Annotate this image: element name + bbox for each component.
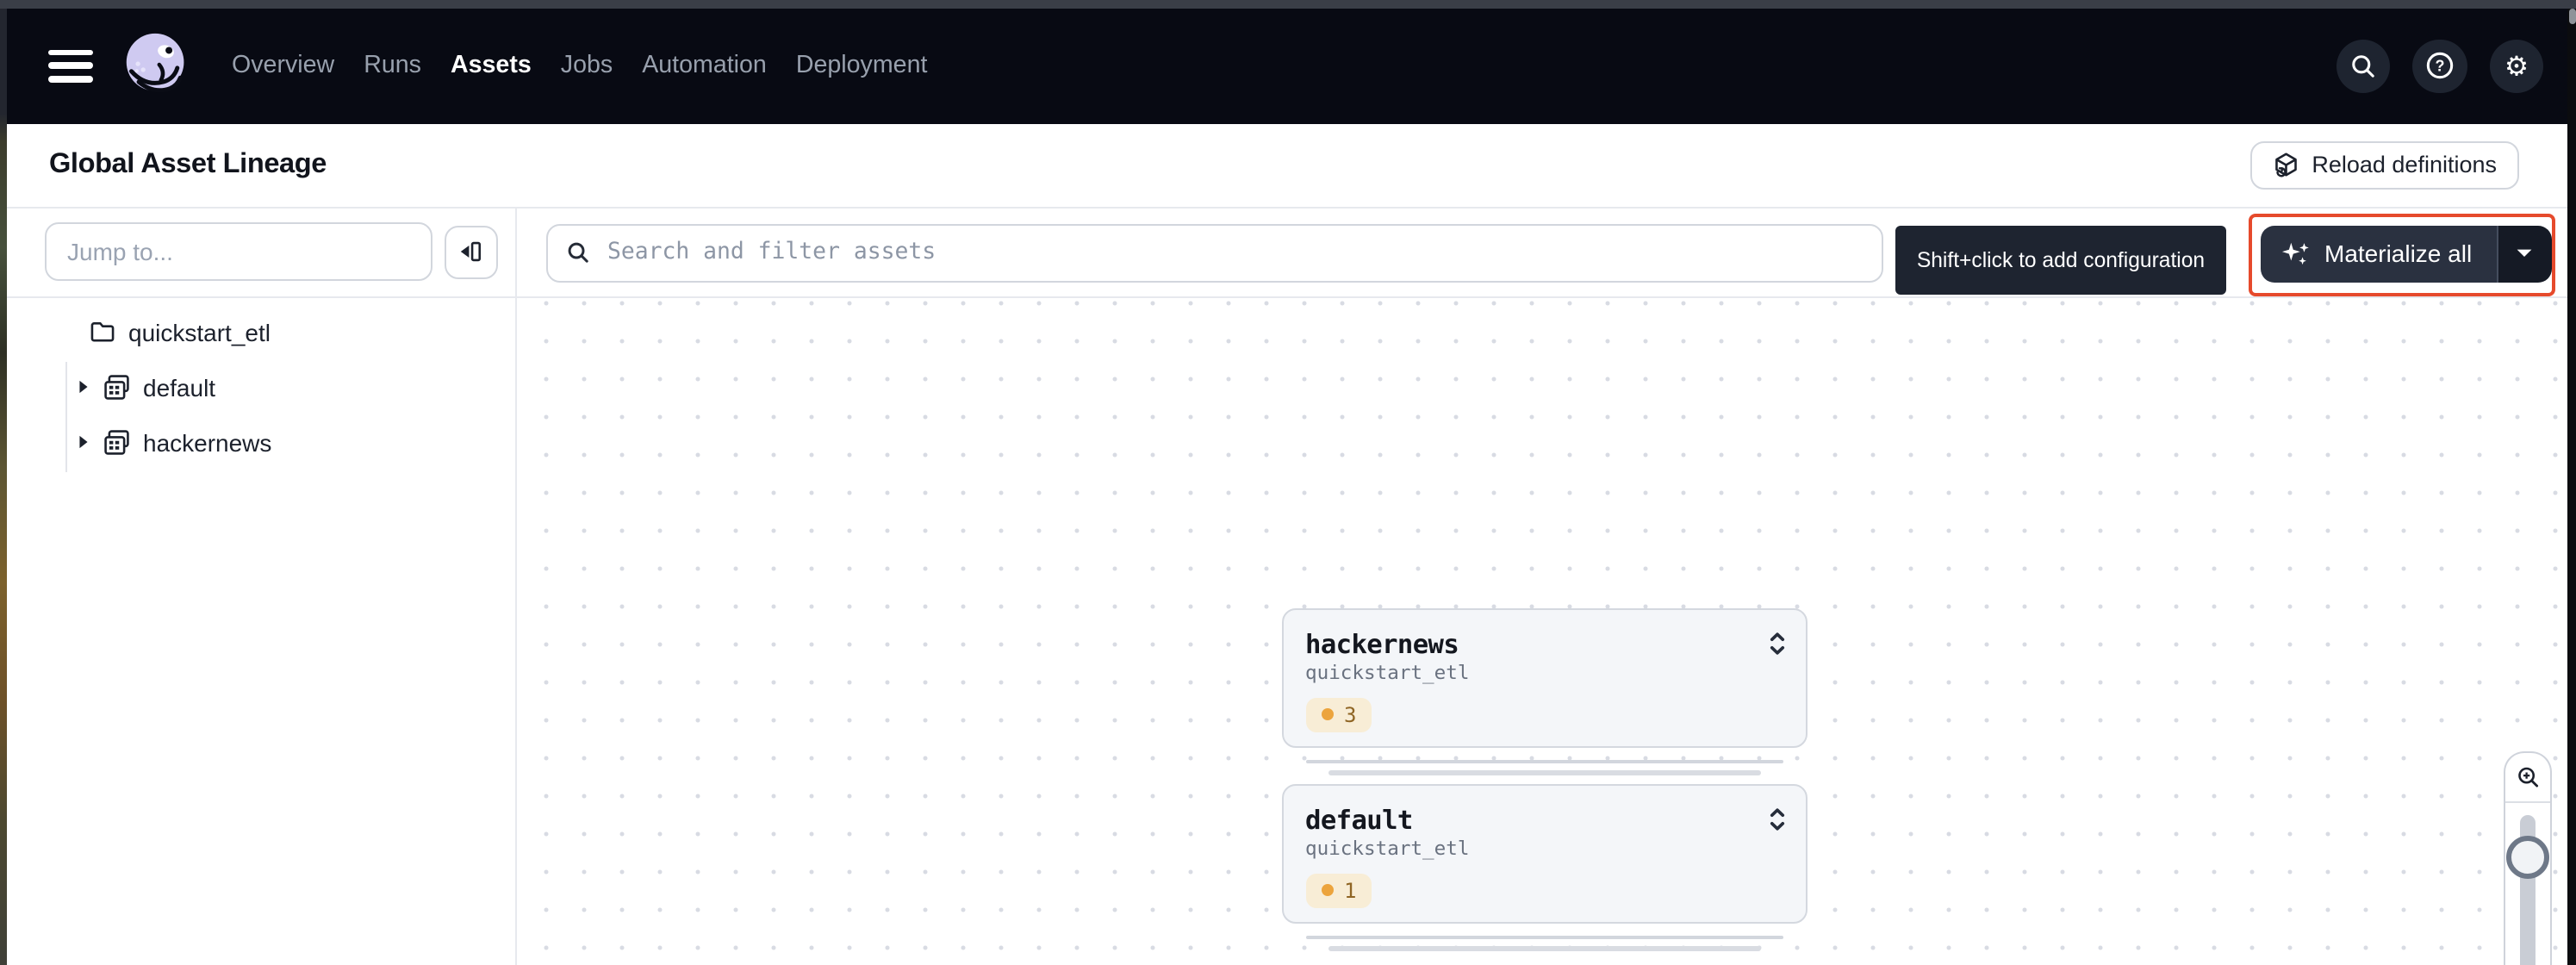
expand-group-icon[interactable]: [1768, 629, 1787, 667]
asset-group-icon: [103, 429, 129, 456]
settings-button[interactable]: ⚙: [2489, 39, 2543, 93]
group-node-default[interactable]: default quickstart_etl 1: [1281, 784, 1808, 924]
nav-runs[interactable]: Runs: [364, 53, 421, 80]
status-dot: [1321, 708, 1334, 721]
tree-item-label: quickstart_etl: [128, 318, 271, 346]
reload-definitions-label: Reload definitions: [2312, 153, 2497, 178]
group-node-title: default: [1305, 804, 1783, 835]
group-node-subtitle: quickstart_etl: [1305, 662, 1783, 684]
search-icon: [2349, 52, 2378, 81]
collapsed-stack-line: [1305, 935, 1783, 939]
folder-icon: [89, 321, 115, 343]
materialize-tooltip: Shift+click to add configuration: [1895, 226, 2226, 295]
caret-right-icon: [77, 379, 89, 395]
dagster-app: Overview Runs Assets Jobs Automation Dep…: [0, 0, 2576, 965]
group-node-subtitle: quickstart_etl: [1305, 837, 1783, 860]
nav-assets[interactable]: Assets: [451, 53, 532, 80]
group-node-hackernews[interactable]: hackernews quickstart_etl 3: [1281, 608, 1808, 748]
primary-nav: Overview Runs Assets Jobs Automation Dep…: [232, 53, 927, 80]
materialize-dropdown-button[interactable]: [2496, 226, 2551, 282]
reload-cube-icon: [2273, 152, 2299, 178]
tree-item-label: default: [143, 373, 215, 401]
asset-group-icon: [103, 374, 129, 401]
expand-group-icon[interactable]: [1768, 805, 1787, 843]
menu-bar: [47, 76, 92, 82]
nav-actions: ? ⚙: [2336, 39, 2543, 93]
nav-jobs[interactable]: Jobs: [561, 53, 613, 80]
scrollbar-thumb[interactable]: [2568, 9, 2575, 24]
tree-item-default[interactable]: default: [77, 364, 215, 409]
collapse-panel-icon: [457, 239, 485, 266]
materialized-count: 1: [1344, 878, 1356, 902]
reload-definitions-button[interactable]: Reload definitions: [2250, 140, 2519, 190]
lineage-main: quickstart_etl default: [6, 297, 2567, 965]
search-button[interactable]: [2336, 39, 2390, 93]
collapse-sidebar-button[interactable]: [445, 226, 497, 278]
materialized-count-badge: 1: [1305, 873, 1372, 907]
lineage-canvas[interactable]: hackernews quickstart_etl 3 default quic…: [517, 297, 2567, 965]
zoom-control-panel: [2503, 751, 2552, 965]
sidebar-toolbar: [6, 209, 517, 296]
svg-text:⚙: ⚙: [2504, 51, 2528, 82]
materialized-count-badge: 3: [1305, 697, 1372, 732]
asset-search-input[interactable]: [604, 238, 1864, 267]
window-scrollbar[interactable]: [2567, 9, 2576, 965]
asset-tree-sidebar: quickstart_etl default: [6, 297, 517, 965]
nav-overview[interactable]: Overview: [232, 53, 334, 80]
status-dot: [1321, 884, 1334, 897]
nav-deployment[interactable]: Deployment: [796, 53, 928, 80]
search-icon: [564, 240, 590, 265]
window-top-edge: [0, 0, 2576, 9]
help-icon: ?: [2424, 51, 2455, 82]
nav-automation[interactable]: Automation: [642, 53, 767, 80]
tree-item-hackernews[interactable]: hackernews: [77, 420, 271, 464]
zoom-slider-handle[interactable]: [2506, 836, 2549, 879]
tree-item-quickstart-etl[interactable]: quickstart_etl: [89, 309, 271, 354]
collapsed-stack-line: [1305, 759, 1783, 763]
zoom-in-icon: [2515, 763, 2540, 791]
dagster-logo-icon[interactable]: [121, 32, 190, 101]
menu-button[interactable]: [47, 50, 92, 83]
materialize-all-button[interactable]: Materialize all: [2261, 226, 2496, 282]
caret-right-icon: [77, 434, 89, 450]
gear-icon: ⚙: [2500, 50, 2533, 83]
svg-text:?: ?: [2435, 58, 2444, 75]
materialize-split-button: Materialize all: [2261, 226, 2551, 282]
sparkle-icon: [2281, 240, 2311, 269]
asset-search-box[interactable]: [545, 223, 1882, 282]
collapsed-stack-line: [1328, 770, 1761, 775]
top-navbar: Overview Runs Assets Jobs Automation Dep…: [6, 9, 2576, 123]
graph-toolbar: Shift+click to add configuration Materia…: [517, 209, 2567, 296]
page-header: Global Asset Lineage Reload definitions: [6, 123, 2567, 209]
help-button[interactable]: ?: [2412, 39, 2467, 93]
materialized-count: 3: [1344, 702, 1356, 726]
menu-bar: [47, 63, 92, 69]
tree-guide-line: [65, 361, 67, 471]
lineage-toolbar: Shift+click to add configuration Materia…: [6, 209, 2567, 297]
tree-item-label: hackernews: [143, 428, 271, 456]
jump-to-input[interactable]: [45, 223, 432, 282]
zoom-in-button[interactable]: [2504, 753, 2550, 803]
desktop-edge-artifact: [0, 9, 6, 965]
collapsed-stack-line: [1328, 946, 1761, 950]
menu-bar: [47, 50, 92, 56]
materialize-all-label: Materialize all: [2324, 240, 2472, 268]
group-node-title: hackernews: [1305, 628, 1783, 659]
caret-down-icon: [2516, 249, 2533, 259]
annotation-highlight-box: Materialize all: [2249, 214, 2555, 296]
page-title: Global Asset Lineage: [49, 149, 327, 182]
